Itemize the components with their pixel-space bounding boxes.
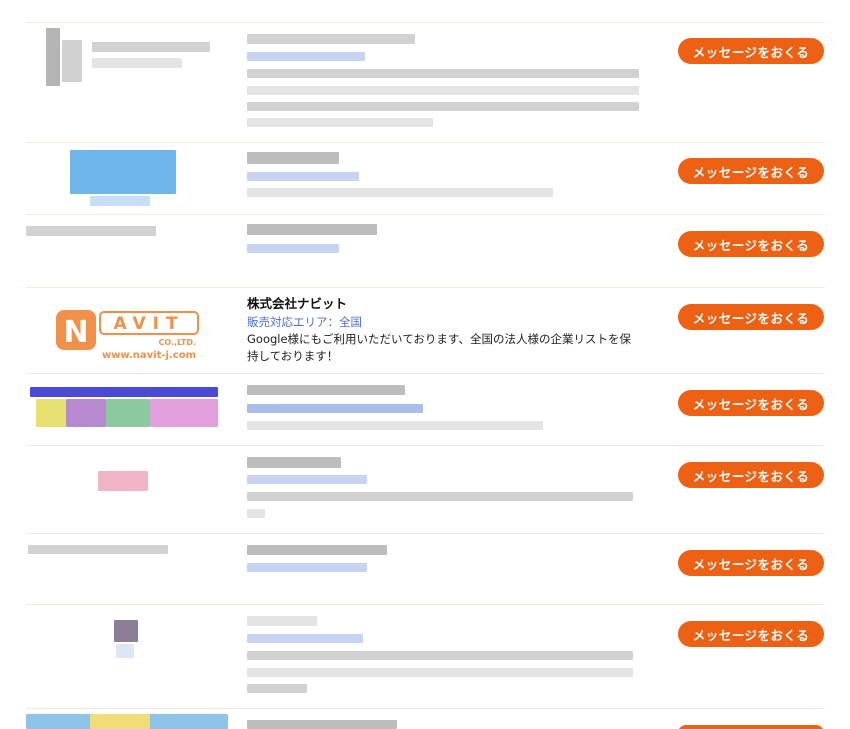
blurred-area-link — [247, 172, 359, 181]
blurred-company-name — [247, 720, 397, 729]
blurred-logo — [90, 196, 150, 206]
company-info: 株式会社ナビット 販売対応エリア：全国 Google様にもご利用いただいておりま… — [247, 295, 642, 365]
blurred-description — [247, 651, 633, 660]
list-item: メッセージをおくる — [0, 142, 850, 214]
blurred-logo — [150, 399, 218, 427]
company-list: メッセージをおくる メッセージをおくる メッセージをおくる N AVIT CO.… — [0, 0, 850, 729]
blurred-logo — [92, 42, 210, 52]
list-item: メッセージをおくる — [0, 445, 850, 533]
blurred-logo — [116, 644, 134, 658]
blurred-logo — [26, 226, 156, 236]
send-message-button[interactable]: メッセージをおくる — [678, 38, 824, 64]
blurred-logo — [90, 714, 150, 729]
blurred-logo — [28, 545, 168, 554]
list-item — [0, 708, 850, 729]
blurred-description — [247, 102, 639, 111]
blurred-description — [247, 118, 433, 127]
blurred-description — [247, 69, 639, 78]
sales-area-link[interactable]: 販売対応エリア：全国 — [247, 313, 642, 331]
send-message-button[interactable]: メッセージをおくる — [678, 304, 824, 330]
blurred-description — [247, 421, 543, 430]
blurred-logo — [106, 399, 150, 427]
blurred-area-link — [247, 475, 367, 484]
blurred-logo — [70, 150, 176, 194]
blurred-description — [247, 509, 265, 518]
blurred-description — [247, 668, 633, 677]
blurred-logo — [66, 399, 106, 427]
blurred-company-name — [247, 545, 387, 555]
blurred-company-name — [247, 152, 339, 164]
blurred-logo — [36, 399, 66, 427]
blurred-company-name — [247, 34, 415, 44]
send-message-button[interactable] — [678, 725, 824, 729]
blurred-company-name — [247, 385, 405, 395]
company-name: 株式会社ナビット — [247, 296, 348, 311]
list-item: メッセージをおくる — [0, 373, 850, 445]
blurred-company-name — [247, 457, 341, 468]
navit-logo-icon: N AVIT CO.,LTD. www.navit-j.com — [56, 310, 199, 360]
blurred-area-link — [247, 404, 423, 413]
blurred-description — [247, 86, 639, 95]
send-message-button[interactable]: メッセージをおくる — [678, 231, 824, 257]
send-message-button[interactable]: メッセージをおくる — [678, 550, 824, 576]
send-message-button[interactable]: メッセージをおくる — [678, 158, 824, 184]
blurred-logo — [30, 387, 218, 397]
blurred-logo — [98, 471, 148, 491]
svg-text:AVIT: AVIT — [113, 314, 184, 334]
blurred-logo — [46, 28, 60, 86]
send-message-button[interactable]: メッセージをおくる — [678, 390, 824, 416]
list-item-featured: N AVIT CO.,LTD. www.navit-j.com 株式会社ナビット… — [0, 287, 850, 373]
blurred-description — [247, 684, 307, 693]
list-item: メッセージをおくる — [0, 604, 850, 708]
send-message-button[interactable]: メッセージをおくる — [678, 462, 824, 488]
list-item: メッセージをおくる — [0, 214, 850, 287]
svg-text:CO.,LTD.: CO.,LTD. — [159, 338, 196, 347]
blurred-logo — [92, 58, 182, 68]
list-item: メッセージをおくる — [0, 22, 850, 142]
blurred-area-link — [247, 634, 363, 643]
blurred-area-link — [247, 563, 367, 572]
blurred-area-link — [247, 52, 365, 61]
blurred-logo — [62, 40, 82, 82]
company-description: Google様にもご利用いただいております、全国の法人様の企業リストを保持してお… — [247, 332, 631, 363]
blurred-company-name — [247, 616, 317, 626]
list-item: メッセージをおくる — [0, 533, 850, 604]
svg-text:N: N — [63, 315, 88, 350]
blurred-area-link — [247, 244, 339, 253]
blurred-logo — [114, 620, 138, 642]
send-message-button[interactable]: メッセージをおくる — [678, 621, 824, 647]
blurred-description — [247, 492, 633, 501]
blurred-description — [247, 188, 553, 197]
svg-text:www.navit-j.com: www.navit-j.com — [102, 350, 196, 360]
company-logo: N AVIT CO.,LTD. www.navit-j.com — [24, 297, 234, 365]
blurred-company-name — [247, 224, 377, 235]
